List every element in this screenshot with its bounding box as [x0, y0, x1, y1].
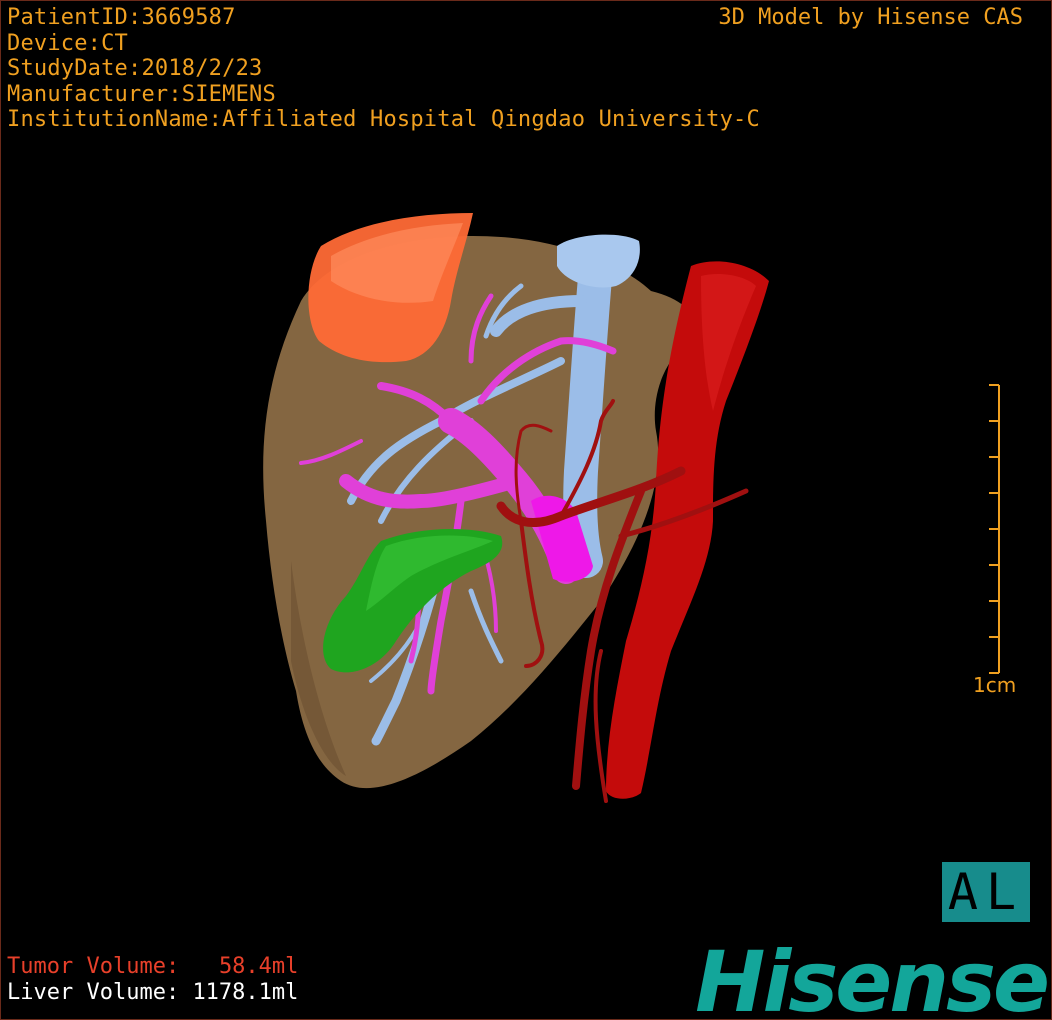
- institution-name: InstitutionName:Affiliated Hospital Qing…: [7, 107, 760, 132]
- study-date: StudyDate:2018/2/23: [7, 56, 263, 81]
- manufacturer: Manufacturer:SIEMENS: [7, 82, 276, 107]
- patient-id: PatientID:3669587: [7, 5, 236, 30]
- liver-volume-label: Liver Volume:: [7, 980, 180, 1005]
- liver-volume-value: 1178.1ml: [192, 980, 299, 1005]
- liver-volume: Liver Volume: 1178.1ml: [7, 980, 298, 1005]
- device: Device:CT: [7, 31, 129, 56]
- 3d-viewer[interactable]: PatientID:3669587 Device:CT StudyDate:20…: [0, 0, 1052, 1020]
- tumor-volume-label: Tumor Volume:: [7, 954, 180, 979]
- tumor-volume-value: 58.4ml: [218, 954, 299, 979]
- orientation-marker[interactable]: AL: [942, 862, 1030, 922]
- tumor-volume: Tumor Volume: 58.4ml: [7, 954, 298, 979]
- hisense-logo: Hisense: [695, 933, 1050, 1020]
- scale-bar: [989, 384, 1000, 674]
- model-watermark: 3D Model by Hisense CAS: [718, 5, 1023, 30]
- liver-3d-model[interactable]: [1, 1, 1052, 1020]
- scale-bar-label: 1cm: [973, 673, 1017, 697]
